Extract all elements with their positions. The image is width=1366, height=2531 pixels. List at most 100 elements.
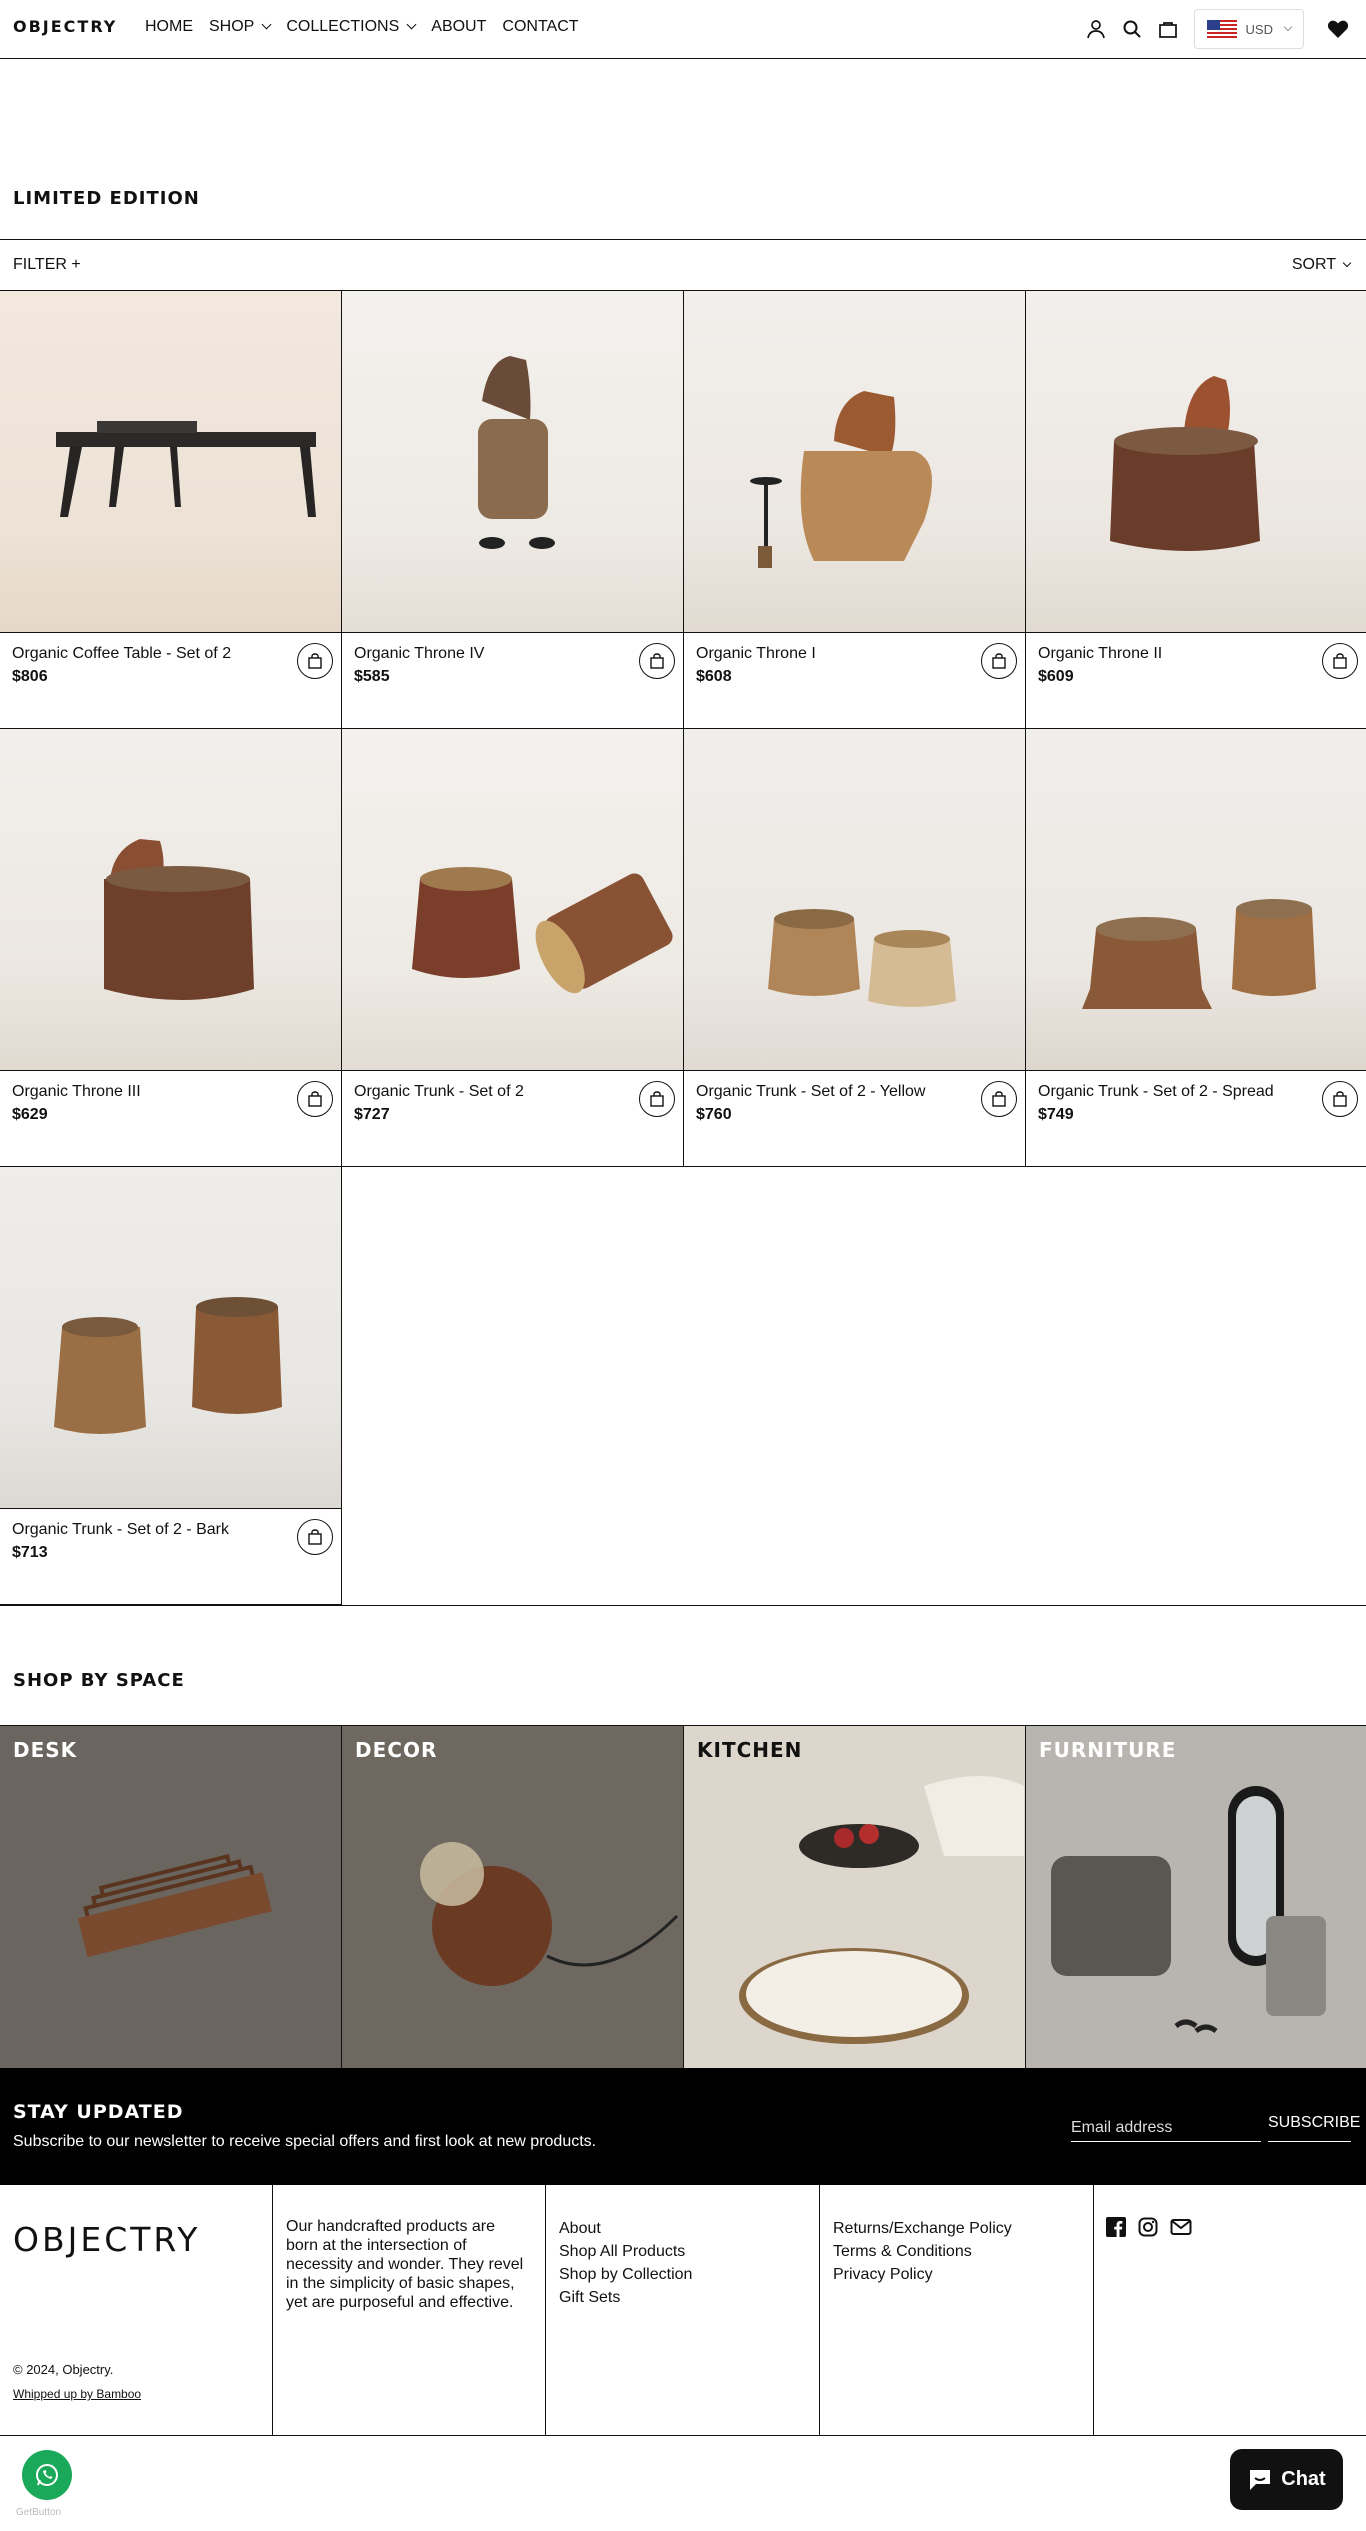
product-price: $713 — [12, 1544, 48, 1561]
product-name[interactable]: Organic Trunk - Set of 2 - Spread — [1038, 1083, 1274, 1101]
nav-collections-label: COLLECTIONS — [286, 18, 400, 35]
filter-bar: FILTER + SORT — [0, 239, 1366, 291]
newsletter-text: Subscribe to our newsletter to receive s… — [13, 2133, 597, 2150]
footer-brand-column: OBJECTRY © 2024, Objectry. Whipped up by… — [0, 2185, 273, 2435]
product-card[interactable]: Organic Trunk - Set of 2 - Bark $713 — [0, 1167, 342, 1605]
wishlist-heart-icon[interactable] — [1320, 11, 1356, 47]
footer-link-shop-by-collection[interactable]: Shop by Collection — [559, 2263, 692, 2286]
product-name[interactable]: Organic Coffee Table - Set of 2 — [12, 645, 231, 663]
filter-button[interactable]: FILTER + — [13, 256, 81, 274]
footer-links-column: About Shop All Products Shop by Collecti… — [546, 2185, 820, 2435]
subscribe-button[interactable]: SUBSCRIBE — [1268, 2114, 1360, 2142]
sort-button[interactable]: SORT — [1292, 256, 1352, 274]
newsletter-title: STAY UPDATED — [13, 2101, 184, 2123]
nav-contact[interactable]: CONTACT — [502, 18, 578, 36]
product-image[interactable] — [684, 291, 1025, 633]
product-card[interactable]: Organic Trunk - Set of 2 - Spread $749 — [1026, 729, 1366, 1167]
space-tile-label: FURNITURE — [1039, 1738, 1177, 1762]
footer-link-shop-all[interactable]: Shop All Products — [559, 2240, 692, 2263]
currency-code: USD — [1245, 21, 1273, 37]
product-image[interactable] — [342, 291, 683, 633]
product-price: $806 — [12, 668, 48, 685]
quick-add-bag-icon[interactable] — [639, 643, 675, 679]
collection-title: LIMITED EDITION — [13, 188, 200, 209]
account-icon[interactable] — [1078, 11, 1114, 47]
product-price: $585 — [354, 668, 390, 685]
footer-link-gift-sets[interactable]: Gift Sets — [559, 2286, 692, 2309]
product-name[interactable]: Organic Trunk - Set of 2 - Bark — [12, 1521, 229, 1539]
search-icon[interactable] — [1114, 11, 1150, 47]
social-links — [1106, 2217, 1192, 2242]
nav-contact-label: CONTACT — [502, 18, 579, 35]
nav-home[interactable]: HOME — [145, 18, 193, 36]
space-tile-kitchen[interactable]: KITCHEN — [684, 1726, 1026, 2068]
quick-add-bag-icon[interactable] — [981, 643, 1017, 679]
footer-link-terms[interactable]: Terms & Conditions — [833, 2240, 1012, 2263]
product-image[interactable] — [0, 729, 341, 1071]
site-header: OBJECTRY HOME SHOP COLLECTIONS ABOUT CON… — [0, 0, 1366, 59]
email-icon[interactable] — [1170, 2217, 1192, 2242]
footer-policy-column: Returns/Exchange Policy Terms & Conditio… — [820, 2185, 1094, 2435]
shop-by-space-title: SHOP BY SPACE — [13, 1670, 185, 1691]
product-name[interactable]: Organic Trunk - Set of 2 — [354, 1083, 524, 1101]
footer-link-returns[interactable]: Returns/Exchange Policy — [833, 2217, 1012, 2240]
quick-add-bag-icon[interactable] — [297, 1081, 333, 1117]
credit-link[interactable]: Whipped up by Bamboo — [13, 2387, 141, 2401]
header-actions: USD — [1078, 0, 1366, 58]
nav-about[interactable]: ABOUT — [431, 18, 486, 36]
space-tile-desk[interactable]: DESK — [0, 1726, 342, 2068]
nav-about-label: ABOUT — [431, 18, 487, 35]
product-name[interactable]: Organic Throne III — [12, 1083, 141, 1101]
currency-selector[interactable]: USD — [1193, 9, 1304, 49]
footer-link-privacy[interactable]: Privacy Policy — [833, 2263, 1012, 2286]
product-card[interactable]: Organic Throne I $608 — [684, 291, 1026, 729]
newsletter-section: STAY UPDATED Subscribe to our newsletter… — [0, 2068, 1366, 2185]
quick-add-bag-icon[interactable] — [297, 1519, 333, 1555]
grid-bottom-divider — [0, 1605, 1366, 1606]
quick-add-bag-icon[interactable] — [639, 1081, 675, 1117]
product-price: $727 — [354, 1106, 390, 1123]
product-name[interactable]: Organic Throne IV — [354, 645, 484, 663]
product-image[interactable] — [342, 729, 683, 1071]
space-tile-furniture[interactable]: FURNITURE — [1026, 1726, 1366, 2068]
getbutton-label[interactable]: GetButton — [16, 2507, 61, 2518]
product-card[interactable]: Organic Trunk - Set of 2 $727 — [342, 729, 684, 1167]
email-field[interactable] — [1071, 2114, 1261, 2142]
product-card[interactable]: Organic Trunk - Set of 2 - Yellow $760 — [684, 729, 1026, 1167]
product-image[interactable] — [1026, 291, 1366, 633]
facebook-icon[interactable] — [1106, 2217, 1126, 2242]
us-flag-icon — [1206, 19, 1237, 39]
footer-logo[interactable]: OBJECTRY — [13, 2220, 200, 2259]
nav-collections[interactable]: COLLECTIONS — [286, 18, 417, 36]
product-card[interactable]: Organic Throne II $609 — [1026, 291, 1366, 729]
whatsapp-button[interactable] — [22, 2450, 72, 2500]
product-image[interactable] — [684, 729, 1025, 1071]
cart-icon[interactable] — [1150, 11, 1186, 47]
product-image[interactable] — [1026, 729, 1366, 1071]
product-card[interactable]: Organic Coffee Table - Set of 2 $806 — [0, 291, 342, 729]
product-name[interactable]: Organic Trunk - Set of 2 - Yellow — [696, 1083, 925, 1101]
chevron-down-icon — [1342, 258, 1352, 267]
quick-add-bag-icon[interactable] — [297, 643, 333, 679]
product-price: $629 — [12, 1106, 48, 1123]
footer-about-column: Our handcrafted products are born at the… — [273, 2185, 546, 2435]
instagram-icon[interactable] — [1138, 2217, 1158, 2242]
product-image[interactable] — [0, 1167, 341, 1509]
whatsapp-icon — [36, 2464, 58, 2486]
site-logo[interactable]: OBJECTRY — [13, 17, 117, 36]
product-name[interactable]: Organic Throne II — [1038, 645, 1162, 663]
space-tile-decor[interactable]: DECOR — [342, 1726, 684, 2068]
nav-shop[interactable]: SHOP — [209, 18, 272, 36]
footer-link-about[interactable]: About — [559, 2217, 692, 2240]
product-image[interactable] — [0, 291, 341, 633]
quick-add-bag-icon[interactable] — [981, 1081, 1017, 1117]
quick-add-bag-icon[interactable] — [1322, 1081, 1358, 1117]
quick-add-bag-icon[interactable] — [1322, 643, 1358, 679]
product-card[interactable]: Organic Throne III $629 — [0, 729, 342, 1167]
product-card[interactable]: Organic Throne IV $585 — [342, 291, 684, 729]
footer-about-text: Our handcrafted products are born at the… — [286, 2218, 524, 2311]
product-price: $608 — [696, 668, 732, 685]
product-price: $749 — [1038, 1106, 1074, 1123]
chat-button[interactable]: Chat — [1230, 2449, 1343, 2510]
product-name[interactable]: Organic Throne I — [696, 645, 816, 663]
